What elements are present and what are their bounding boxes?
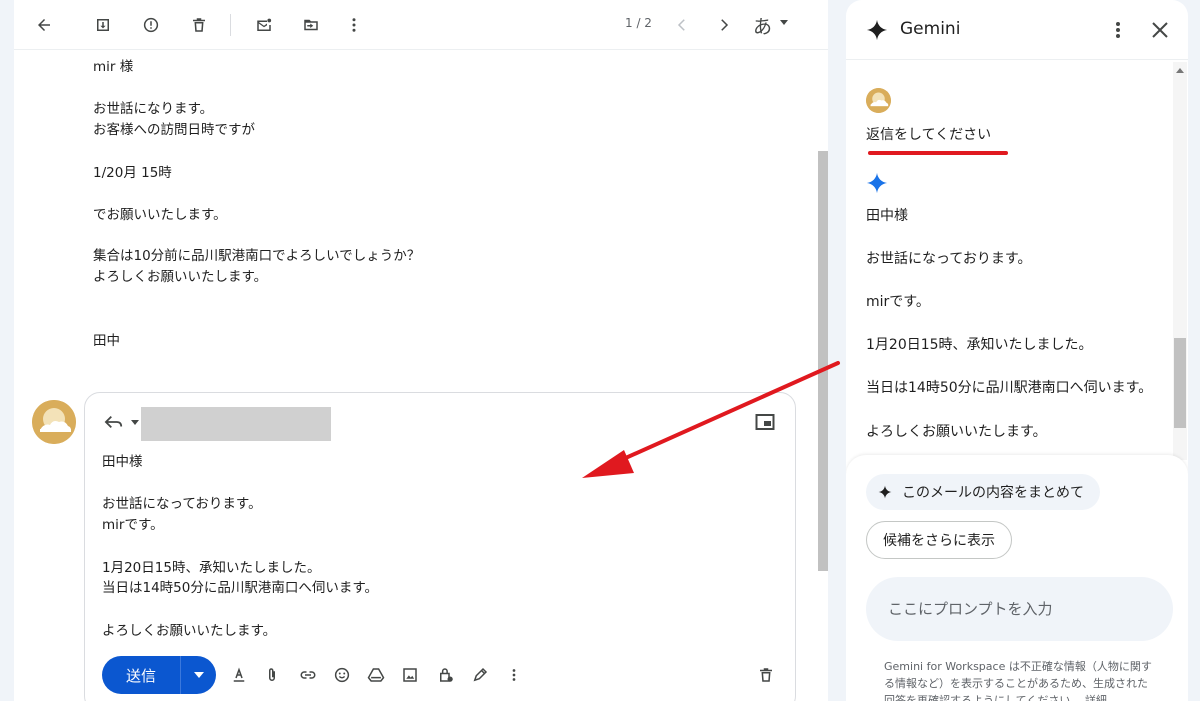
insert-link-icon[interactable]	[297, 664, 319, 686]
show-more-suggestions-button[interactable]: 候補をさらに表示	[866, 521, 1012, 559]
more-options-icon[interactable]	[339, 10, 369, 40]
reply-line[interactable]: お世話になっております。	[102, 492, 262, 512]
mail-toolbar: 1 / 2 あ	[14, 0, 828, 50]
back-arrow-icon[interactable]	[29, 10, 59, 40]
signature-pen-icon[interactable]	[469, 664, 491, 686]
reply-arrow-icon[interactable]	[103, 413, 125, 431]
send-options-caret-icon	[193, 672, 204, 678]
gemini-response-line: よろしくお願いいたします。	[866, 424, 1047, 440]
user-avatar	[866, 88, 891, 113]
gemini-side-panel: Gemini 返信をしてください 田中様 お世話になっております。 mirです。…	[846, 0, 1188, 701]
reply-line[interactable]: mirです。	[102, 513, 164, 533]
gemini-disclaimer: Gemini for Workspace は不正確な情報（人物に関する情報など）…	[884, 660, 1152, 701]
email-line: 集合は10分前に品川駅港南口でよろしいでしょうか？	[93, 248, 421, 264]
mail-panel: 1 / 2 あ mir 様 お世話になります。 お客様への訪問日時ですが 1/2…	[14, 0, 828, 701]
reply-line[interactable]: 田中様	[102, 450, 143, 470]
annotation-underline	[868, 151, 1008, 155]
email-signature: 田中	[93, 333, 120, 349]
more-vert-icon[interactable]	[1108, 18, 1128, 42]
avatar	[32, 400, 76, 444]
report-spam-icon[interactable]	[136, 10, 166, 40]
formatting-options-icon[interactable]	[228, 664, 250, 686]
email-line: お客様への訪問日時ですが	[93, 122, 255, 138]
pager-count: 1 / 2	[625, 16, 652, 30]
send-button-group: 送信	[102, 656, 216, 694]
email-line: 1/20月 15時	[93, 165, 172, 181]
sparkle-icon	[878, 485, 892, 499]
input-tools-caret-icon[interactable]	[780, 20, 788, 25]
user-prompt: 返信をしてください	[866, 127, 992, 143]
close-icon[interactable]	[1148, 18, 1172, 42]
reply-line[interactable]: 1月20日15時、承知いたしました。	[102, 556, 320, 576]
gemini-response-line: 当日は14時50分に品川駅港南口へ伺います。	[866, 380, 1153, 396]
gemini-title: Gemini	[900, 19, 961, 39]
archive-icon[interactable]	[88, 10, 118, 40]
scroll-up-arrow-icon[interactable]	[1176, 68, 1184, 73]
confidential-mode-icon[interactable]	[435, 664, 457, 686]
gemini-response-line: お世話になっております。	[866, 251, 1032, 267]
prompt-input[interactable]: ここにプロンプトを入力	[866, 577, 1173, 641]
send-options-button[interactable]	[181, 656, 216, 694]
prompt-placeholder: ここにプロンプトを入力	[888, 600, 1053, 618]
recipient-field-redacted[interactable]	[141, 407, 331, 441]
gemini-response-line: 1月20日15時、承知いたしました。	[866, 337, 1093, 353]
gemini-header: Gemini	[846, 0, 1188, 60]
email-line: でお願いいたします。	[93, 207, 227, 223]
annotation-arrow	[582, 361, 840, 478]
reply-line[interactable]: 当日は14時50分に品川駅港南口へ伺います。	[102, 576, 378, 596]
move-to-icon[interactable]	[296, 10, 326, 40]
older-chevron-icon[interactable]	[709, 10, 739, 40]
gemini-sparkle-icon	[866, 19, 888, 41]
send-button[interactable]: 送信	[102, 656, 180, 694]
delete-icon[interactable]	[184, 10, 214, 40]
email-line: お世話になります。	[93, 101, 214, 117]
mark-unread-icon[interactable]	[249, 10, 279, 40]
reply-type-caret-icon[interactable]	[131, 420, 139, 425]
newer-chevron-icon[interactable]	[667, 10, 697, 40]
gemini-input-area: このメールの内容をまとめて 候補をさらに表示 ここにプロンプトを入力 Gemin…	[846, 455, 1188, 701]
input-tools-button[interactable]: あ	[753, 12, 772, 39]
email-line: よろしくお願いいたします。	[93, 269, 268, 285]
gemini-response-line: 田中様	[866, 208, 908, 224]
toolbar-divider	[230, 14, 231, 36]
suggestion-chip-summarize[interactable]: このメールの内容をまとめて	[866, 474, 1100, 510]
emoji-icon[interactable]	[331, 664, 353, 686]
attach-file-icon[interactable]	[261, 664, 283, 686]
gemini-response-sparkle-icon	[866, 172, 888, 194]
reply-line[interactable]: よろしくお願いいたします。	[102, 619, 276, 639]
more-send-options-icon[interactable]	[503, 664, 525, 686]
google-drive-icon[interactable]	[365, 664, 387, 686]
email-greeting: mir 様	[93, 59, 134, 75]
discard-draft-icon[interactable]	[755, 664, 777, 686]
gemini-scrollbar-thumb[interactable]	[1174, 338, 1186, 428]
insert-photo-icon[interactable]	[399, 664, 421, 686]
gemini-response-line: mirです。	[866, 294, 930, 310]
chip-label: このメールの内容をまとめて	[902, 485, 1084, 501]
